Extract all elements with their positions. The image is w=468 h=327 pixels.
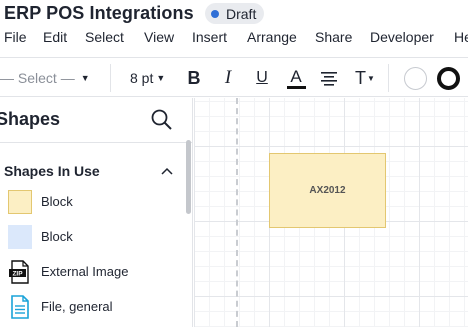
shape-label: Block — [41, 229, 73, 244]
toolbar-divider — [110, 64, 111, 92]
title-bar: ERP POS Integrations Draft — [0, 0, 468, 28]
format-toolbar: — Select — ▼ 8 pt ▼ B I U A T ▼ — [0, 57, 468, 97]
block-yellow-icon — [8, 190, 32, 214]
align-center-icon — [321, 72, 337, 86]
menu-insert[interactable]: Insert — [192, 29, 227, 45]
font-family-value: — Select — — [0, 70, 75, 86]
text-color-button[interactable]: A — [286, 67, 306, 89]
menu-bar: File Edit Select View Insert Arrange Sha… — [0, 28, 468, 48]
text-style-glyph: T — [355, 67, 367, 88]
shape-label: External Image — [41, 264, 129, 279]
menu-select[interactable]: Select — [85, 29, 124, 45]
menu-help[interactable]: He — [454, 29, 468, 45]
shapes-panel: Shapes Shapes In Use Block Block ZIP Ext… — [0, 98, 193, 327]
menu-edit[interactable]: Edit — [43, 29, 67, 45]
menu-arrange[interactable]: Arrange — [247, 29, 297, 45]
chevron-up-icon — [161, 167, 173, 175]
chevron-down-icon: ▼ — [80, 73, 90, 83]
section-header[interactable]: Shapes In Use — [4, 163, 100, 179]
search-button[interactable] — [150, 108, 174, 132]
panel-divider — [0, 142, 192, 143]
shape-item-block-yellow[interactable]: Block — [0, 188, 180, 218]
file-general-icon — [8, 295, 32, 319]
text-color-swatch — [286, 86, 306, 89]
shape-item-external-image[interactable]: ZIP External Image — [0, 258, 180, 288]
chevron-down-icon: ▼ — [367, 73, 375, 83]
underline-button[interactable]: U — [254, 67, 270, 89]
panel-title: Shapes — [0, 109, 61, 129]
text-color-glyph: A — [290, 67, 302, 86]
diagram-block[interactable]: AX2012 — [269, 153, 386, 228]
toolbar-divider — [388, 64, 389, 92]
text-style-button[interactable]: T ▼ — [352, 67, 378, 89]
font-size-select[interactable]: 8 pt ▼ — [130, 70, 165, 86]
line-color-button[interactable] — [437, 67, 460, 90]
document-title[interactable]: ERP POS Integrations — [4, 3, 194, 24]
italic-button[interactable]: I — [220, 67, 236, 89]
drawing-canvas[interactable]: AX2012 — [194, 98, 468, 327]
shape-item-file-general[interactable]: File, general — [0, 293, 180, 323]
status-dot-icon — [211, 9, 219, 18]
block-blue-icon — [8, 225, 32, 249]
chevron-down-icon: ▼ — [156, 73, 166, 83]
font-size-value: 8 pt — [130, 70, 154, 86]
shape-label: File, general — [41, 299, 113, 314]
fill-color-button[interactable] — [404, 67, 427, 90]
shape-label: Block — [41, 194, 73, 209]
block-label: AX2012 — [309, 185, 346, 196]
zip-file-icon: ZIP — [8, 260, 32, 284]
menu-file[interactable]: File — [4, 29, 27, 45]
text-align-button[interactable] — [320, 67, 338, 89]
collapse-button[interactable] — [160, 164, 174, 176]
font-family-select[interactable]: — Select — ▼ — [0, 70, 90, 86]
svg-text:ZIP: ZIP — [12, 271, 23, 278]
bold-button[interactable]: B — [186, 67, 202, 89]
menu-view[interactable]: View — [144, 29, 174, 45]
panel-scrollbar[interactable] — [186, 140, 191, 214]
search-icon — [151, 109, 172, 130]
status-badge[interactable]: Draft — [205, 3, 265, 24]
menu-developer[interactable]: Developer — [370, 29, 434, 45]
status-label: Draft — [226, 5, 257, 22]
page-boundary — [236, 98, 238, 327]
shape-item-block-blue[interactable]: Block — [0, 223, 180, 253]
menu-share[interactable]: Share — [315, 29, 352, 45]
